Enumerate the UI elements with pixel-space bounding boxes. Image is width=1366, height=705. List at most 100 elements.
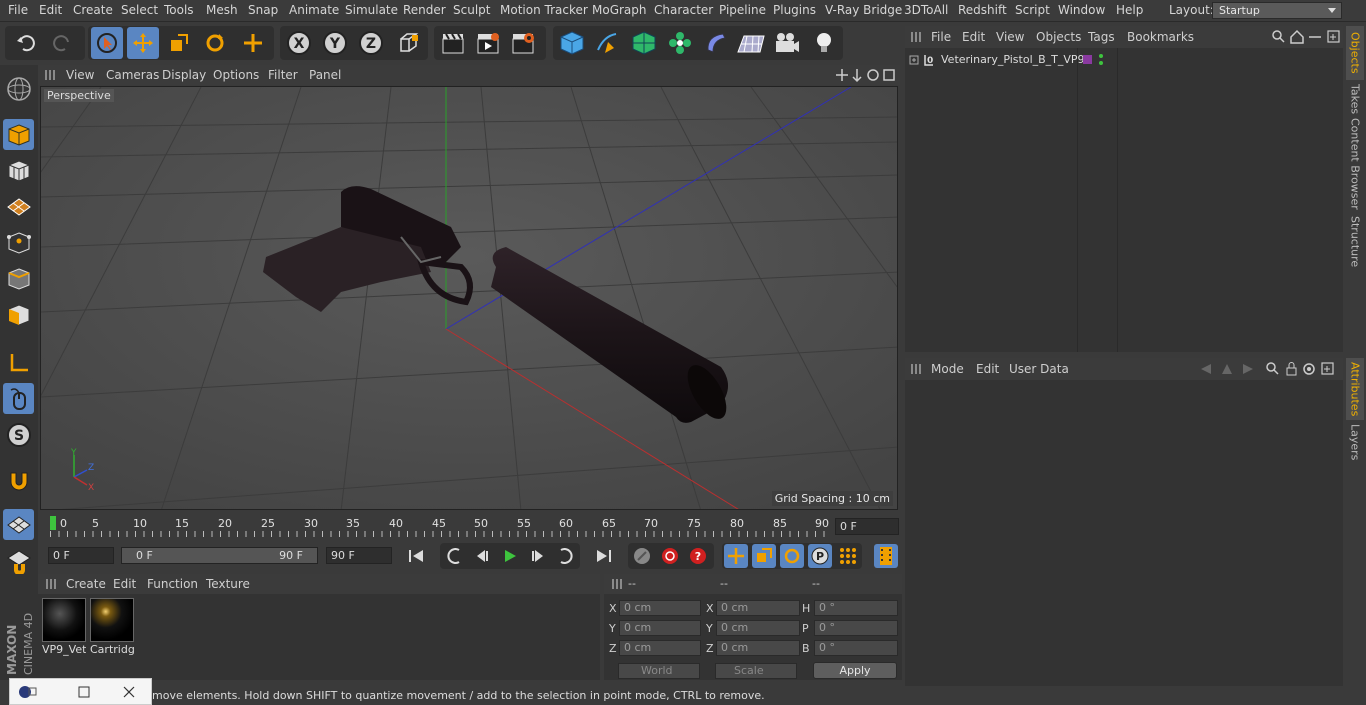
menu-mograph[interactable]: MoGraph — [592, 3, 647, 17]
grip-icon[interactable] — [911, 32, 921, 42]
size-x-field[interactable]: 0 cm — [716, 600, 800, 616]
size-mode-select[interactable]: Scale — [715, 663, 797, 679]
make-editable-button[interactable] — [3, 73, 34, 104]
workplane-mode-button[interactable] — [3, 191, 34, 222]
lock-icon[interactable] — [1286, 362, 1297, 376]
object-menu-file[interactable]: File — [931, 30, 951, 44]
position-y-field[interactable]: 0 cm — [619, 620, 701, 636]
menu-help[interactable]: Help — [1116, 3, 1143, 17]
key-parameter-button[interactable]: P — [808, 544, 832, 568]
menu-file[interactable]: File — [8, 3, 28, 17]
new-window-icon[interactable] — [1321, 362, 1334, 375]
object-menu-edit[interactable]: Edit — [962, 30, 985, 44]
material-menu-texture[interactable]: Texture — [206, 577, 250, 591]
menu-animate[interactable]: Animate — [289, 3, 339, 17]
deformer-button[interactable] — [700, 27, 732, 59]
subdivision-button[interactable] — [628, 27, 660, 59]
cloner-button[interactable] — [664, 27, 696, 59]
menu-motion-tracker[interactable]: Motion Tracker — [500, 3, 588, 17]
camera-button[interactable] — [771, 27, 803, 59]
coordinate-space-select[interactable]: World — [618, 663, 700, 679]
viewport-menu-cameras[interactable]: Cameras — [106, 68, 159, 82]
texture-mode-button[interactable] — [3, 155, 34, 186]
move-tool-button[interactable] — [127, 27, 159, 59]
maximize-icon[interactable] — [883, 69, 895, 81]
size-z-field[interactable]: 0 cm — [716, 640, 800, 656]
menu-redshift[interactable]: Redshift — [958, 3, 1007, 17]
autokey-button[interactable] — [658, 544, 682, 568]
search-icon[interactable] — [1266, 362, 1279, 375]
layer-color-swatch[interactable] — [1083, 55, 1092, 64]
menu-tools[interactable]: Tools — [164, 3, 194, 17]
rotation-b-field[interactable]: 0 ° — [814, 640, 898, 656]
viewport-menu-options[interactable]: Options — [213, 68, 259, 82]
editor-visibility-dot[interactable] — [1099, 54, 1103, 58]
model-mode-button[interactable] — [3, 119, 34, 150]
attribute-menu-edit[interactable]: Edit — [976, 362, 999, 376]
keyframe-selection-button[interactable]: ? — [686, 544, 710, 568]
zoom-icon[interactable] — [852, 69, 862, 83]
object-menu-objects[interactable]: Objects — [1036, 30, 1081, 44]
rotate-tool-button[interactable] — [199, 27, 231, 59]
grip-icon[interactable] — [911, 364, 921, 374]
arrow-left-icon[interactable] — [1201, 364, 1211, 374]
menu-pipeline[interactable]: Pipeline — [719, 3, 766, 17]
workplane-lock-button[interactable] — [3, 509, 34, 540]
current-frame-field[interactable]: 0 F — [835, 518, 899, 535]
quantize-button[interactable] — [3, 545, 34, 576]
previous-frame-button[interactable] — [470, 544, 494, 568]
layout-select[interactable]: Startup — [1212, 2, 1342, 19]
menu-create[interactable]: Create — [73, 3, 113, 17]
timeline-window-button[interactable] — [874, 544, 898, 568]
key-position-button[interactable] — [724, 544, 748, 568]
end-frame-field[interactable]: 90 F — [326, 547, 392, 564]
material-swatch[interactable]: VP9_Vet — [42, 598, 86, 656]
previous-key-button[interactable] — [442, 544, 466, 568]
home-icon[interactable] — [1290, 29, 1304, 44]
orbit-icon[interactable] — [867, 69, 879, 81]
render-to-picture-viewer-button[interactable] — [472, 27, 504, 59]
play-button[interactable] — [498, 544, 522, 568]
timeline-ruler[interactable]: 0 5 10 15 20 25 30 35 40 45 50 55 60 65 … — [40, 512, 902, 540]
x-axis-lock-button[interactable]: X — [283, 27, 315, 59]
material-menu-function[interactable]: Function — [147, 577, 198, 591]
object-row[interactable]: 0 Veterinary_Pistol_B_T_VP9 — [909, 52, 1085, 68]
tab-structure[interactable]: Structure — [1346, 212, 1364, 272]
polygons-mode-button[interactable] — [3, 299, 34, 330]
redo-button[interactable] — [46, 27, 78, 59]
menu-character[interactable]: Character — [654, 3, 713, 17]
viewport-menu-panel[interactable]: Panel — [309, 68, 341, 82]
menu-sculpt[interactable]: Sculpt — [453, 3, 490, 17]
material-menu-edit[interactable]: Edit — [113, 577, 136, 591]
edges-mode-button[interactable] — [3, 263, 34, 294]
attribute-menu-user-data[interactable]: User Data — [1009, 362, 1069, 376]
points-mode-button[interactable] — [3, 227, 34, 258]
next-frame-button[interactable] — [526, 544, 550, 568]
menu-select[interactable]: Select — [121, 3, 158, 17]
position-z-field[interactable]: 0 cm — [619, 640, 701, 656]
recent-tools-button[interactable] — [237, 27, 269, 59]
close-icon[interactable] — [122, 685, 136, 699]
tab-layers[interactable]: Layers — [1346, 422, 1364, 462]
pan-icon[interactable] — [836, 69, 848, 81]
y-axis-lock-button[interactable]: Y — [319, 27, 351, 59]
cube-button[interactable] — [556, 27, 588, 59]
frame-range-slider[interactable]: 0 F 90 F — [121, 547, 318, 564]
render-view-button[interactable] — [437, 27, 469, 59]
object-menu-view[interactable]: View — [996, 30, 1024, 44]
coordinate-system-button[interactable] — [393, 27, 425, 59]
grip-icon[interactable] — [612, 579, 622, 589]
menu-edit[interactable]: Edit — [39, 3, 62, 17]
arrow-right-icon[interactable] — [1243, 364, 1253, 374]
key-pla-button[interactable] — [836, 544, 860, 568]
live-selection-button[interactable] — [91, 27, 123, 59]
position-x-field[interactable]: 0 cm — [619, 600, 701, 616]
grip-icon[interactable] — [45, 70, 55, 80]
object-menu-bookmarks[interactable]: Bookmarks — [1127, 30, 1194, 44]
menu-snap[interactable]: Snap — [248, 3, 278, 17]
light-button[interactable] — [808, 27, 840, 59]
maximize-window-icon[interactable] — [77, 685, 91, 699]
go-to-end-button[interactable] — [592, 544, 616, 568]
go-to-start-button[interactable] — [404, 544, 428, 568]
key-scale-button[interactable] — [752, 544, 776, 568]
